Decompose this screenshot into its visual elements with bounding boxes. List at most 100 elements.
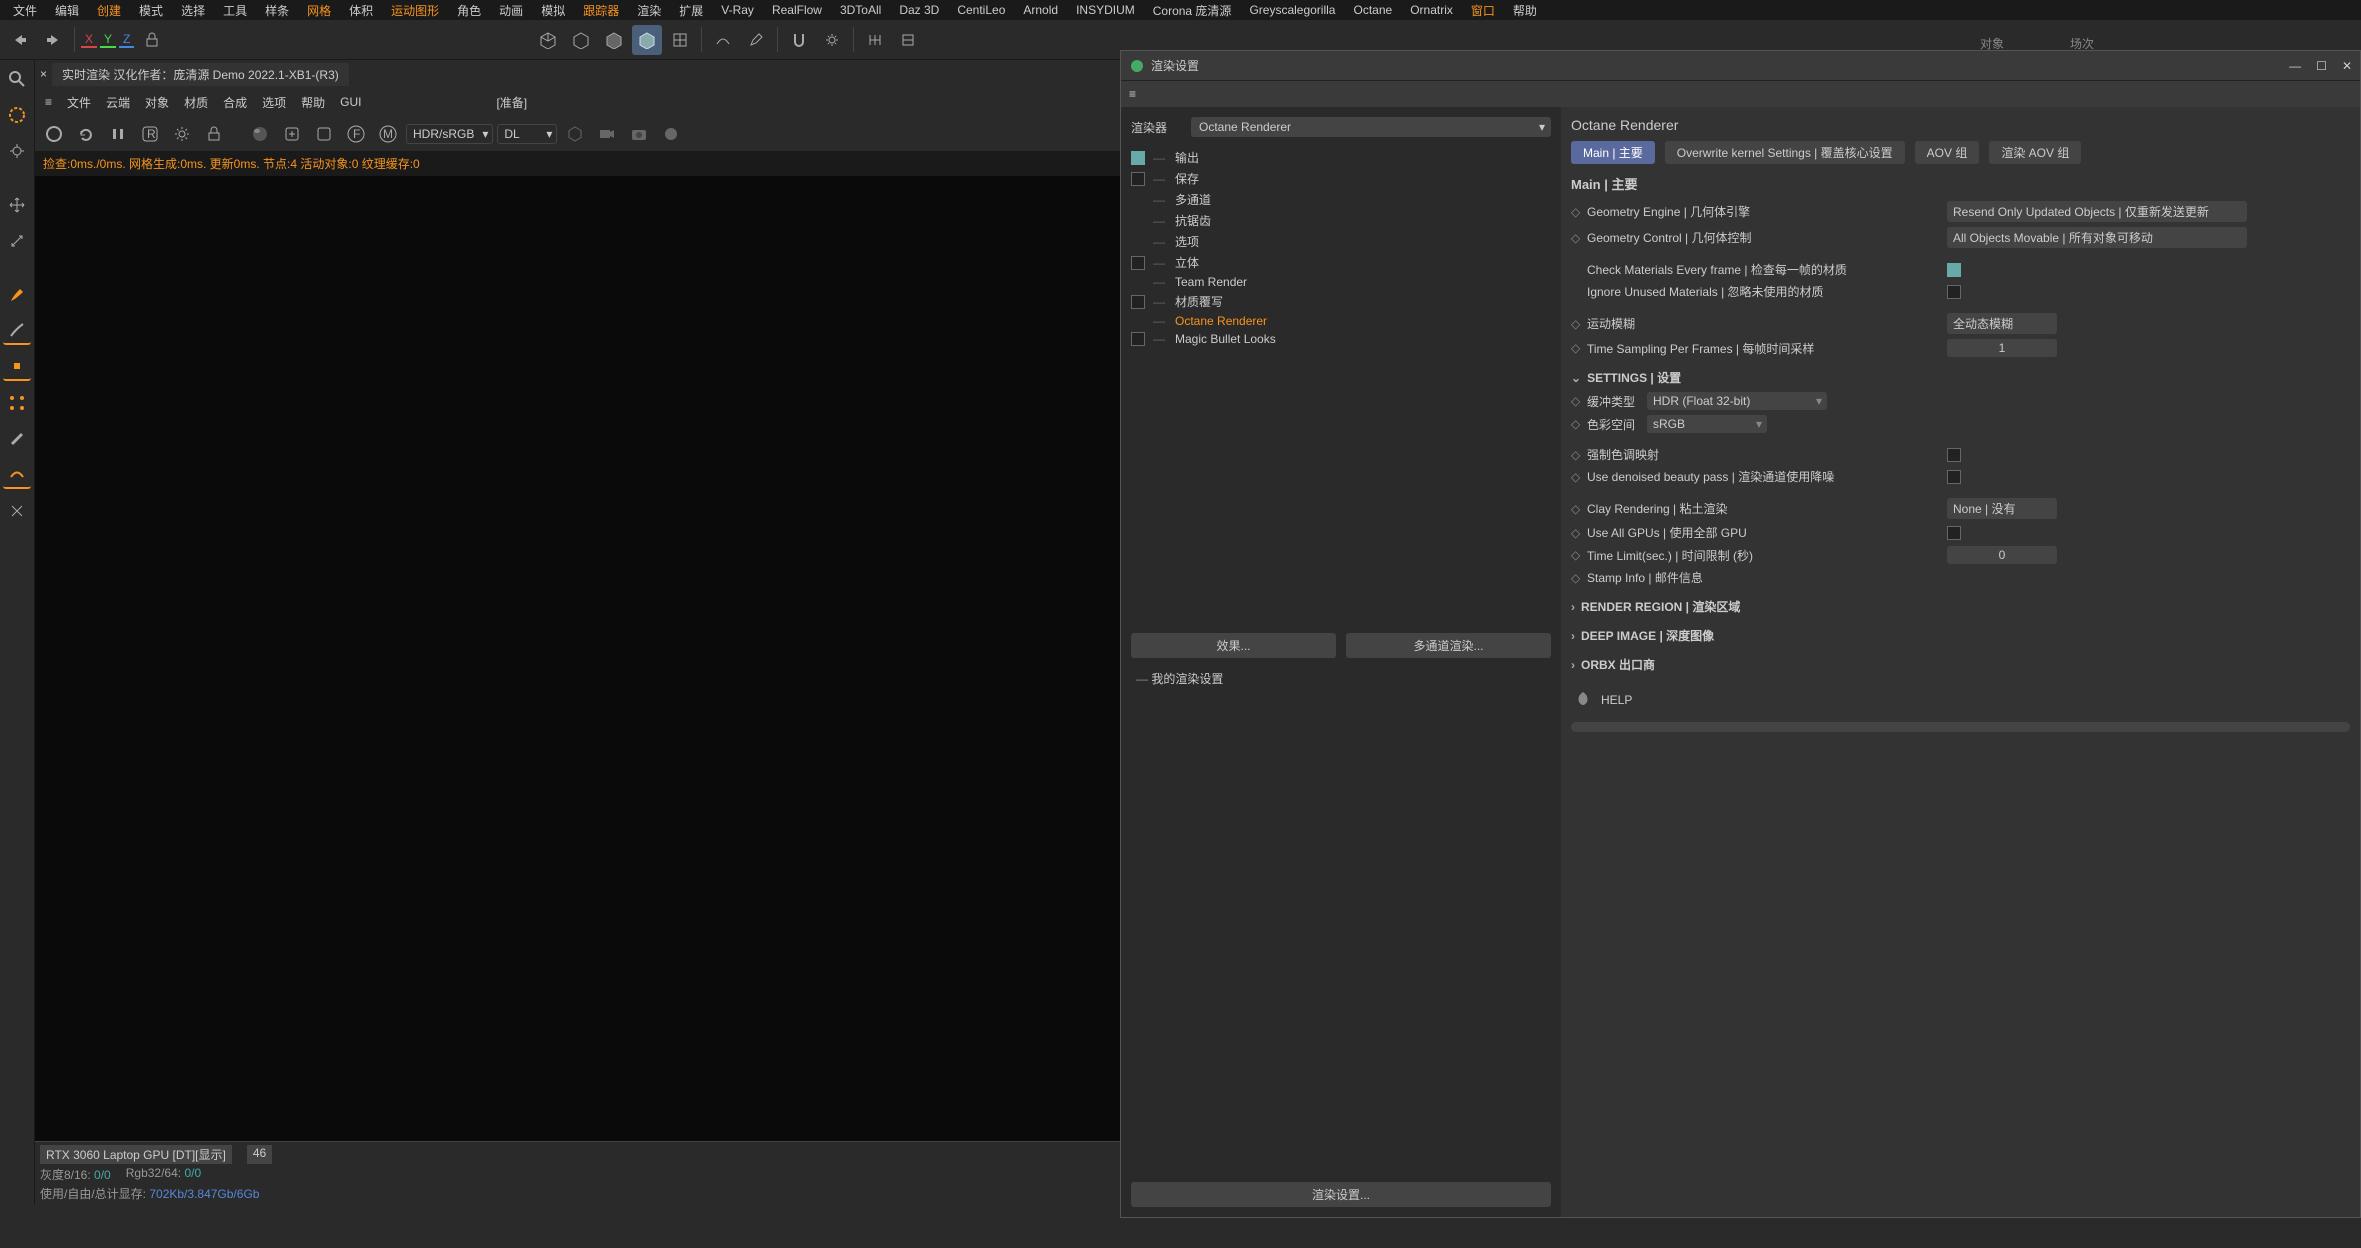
cube-icon[interactable] [533, 25, 563, 55]
point-tool[interactable] [3, 317, 31, 345]
menu-Arnold[interactable]: Arnold [1015, 1, 1066, 19]
region-section[interactable]: ›RENDER REGION | 渲染区域 [1571, 598, 2350, 615]
dl-select[interactable]: DL [497, 124, 557, 144]
buffer-type-select[interactable]: HDR (Float 32-bit) [1647, 392, 1827, 410]
menu-RealFlow[interactable]: RealFlow [764, 1, 830, 19]
orbx-section[interactable]: ›ORBX 出口商 [1571, 656, 2350, 673]
menu-文件[interactable]: 文件 [5, 0, 45, 21]
minimize-icon[interactable]: — [2289, 59, 2301, 73]
move-tool[interactable] [3, 101, 31, 129]
sphere-icon[interactable] [246, 120, 274, 148]
menu-模拟[interactable]: 模拟 [533, 0, 573, 21]
magnet-icon[interactable] [784, 25, 814, 55]
vp-menu-GUI[interactable]: GUI [340, 95, 361, 109]
play-icon[interactable] [40, 120, 68, 148]
tab-3[interactable]: 渲染 AOV 组 [1989, 141, 2081, 164]
add-icon[interactable] [278, 120, 306, 148]
axis-y[interactable]: Y [100, 32, 116, 48]
allgpu-checkbox[interactable] [1947, 526, 1961, 540]
close-icon[interactable]: ✕ [2342, 59, 2352, 73]
refresh-icon[interactable] [72, 120, 100, 148]
tree-checkbox[interactable] [1131, 256, 1145, 270]
f-icon[interactable]: F [342, 120, 370, 148]
clay-value[interactable]: None | 没有 [1947, 498, 2057, 519]
viewport-tab[interactable]: 实时渲染 汉化作者：庞清源 Demo 2022.1-XB1-(R3) [52, 63, 349, 86]
menu-选择[interactable]: 选择 [173, 0, 213, 21]
menu-Greyscalegorilla[interactable]: Greyscalegorilla [1241, 1, 1343, 19]
cam-icon[interactable] [593, 120, 621, 148]
lock2-icon[interactable] [200, 120, 228, 148]
menu-运动图形[interactable]: 运动图形 [383, 0, 447, 21]
dialog-title-bar[interactable]: 渲染设置 — ☐ ✕ [1121, 51, 2360, 81]
vp-menu-选项[interactable]: 选项 [262, 94, 286, 111]
snap-icon[interactable] [860, 25, 890, 55]
menu-样条[interactable]: 样条 [257, 0, 297, 21]
timelimit-value[interactable]: 0 [1947, 546, 2057, 564]
vertex-tool[interactable] [3, 389, 31, 417]
undo-button[interactable] [5, 25, 35, 55]
cube-icon-3[interactable] [599, 25, 629, 55]
vp-menu-帮助[interactable]: 帮助 [301, 94, 325, 111]
vp-menu-合成[interactable]: 合成 [223, 94, 247, 111]
ignore-materials-checkbox[interactable] [1947, 285, 1961, 299]
pause-icon[interactable] [104, 120, 132, 148]
close-tab-icon[interactable]: × [40, 67, 47, 81]
misc-tool[interactable] [3, 497, 31, 525]
tree-item[interactable]: —立体 [1121, 252, 1561, 273]
shader-icon[interactable] [632, 25, 662, 55]
snap2-icon[interactable] [893, 25, 923, 55]
axis-z[interactable]: Z [119, 32, 134, 48]
tree-item[interactable]: —多通道 [1121, 189, 1561, 210]
geo-ctrl-value[interactable]: All Objects Movable | 所有对象可移动 [1947, 227, 2247, 248]
hamburger-icon[interactable]: ≡ [1121, 81, 2360, 107]
tree-checkbox[interactable] [1131, 151, 1145, 165]
tree-item[interactable]: —Octane Renderer [1121, 312, 1561, 330]
menu-创建[interactable]: 创建 [89, 0, 129, 21]
preset-item[interactable]: — 我的渲染设置 [1121, 664, 1561, 693]
hex-icon[interactable] [561, 120, 589, 148]
denoise-checkbox[interactable] [1947, 470, 1961, 484]
menu-V-Ray[interactable]: V-Ray [713, 1, 762, 19]
menu-扩展[interactable]: 扩展 [671, 0, 711, 21]
tree-checkbox[interactable] [1131, 332, 1145, 346]
tree-checkbox[interactable] [1131, 295, 1145, 309]
menu-体积[interactable]: 体积 [341, 0, 381, 21]
circle-icon[interactable] [657, 120, 685, 148]
menu-模式[interactable]: 模式 [131, 0, 171, 21]
redo-button[interactable] [38, 25, 68, 55]
tonemap-checkbox[interactable] [1947, 448, 1961, 462]
multipass-button[interactable]: 多通道渲染... [1346, 633, 1551, 658]
menu-工具[interactable]: 工具 [215, 0, 255, 21]
deep-section[interactable]: ›DEEP IMAGE | 深度图像 [1571, 627, 2350, 644]
maximize-icon[interactable]: ☐ [2316, 59, 2327, 73]
brush-tool[interactable] [3, 281, 31, 309]
menu-帮助[interactable]: 帮助 [1505, 0, 1545, 21]
tree-item[interactable]: —Magic Bullet Looks [1121, 330, 1561, 348]
photo-icon[interactable] [625, 120, 653, 148]
vp-menu-文件[interactable]: 文件 [67, 94, 91, 111]
r-icon[interactable]: R [136, 120, 164, 148]
translate-tool[interactable] [3, 191, 31, 219]
tab-1[interactable]: Overwrite kernel Settings | 覆盖核心设置 [1665, 141, 1905, 164]
menu-角色[interactable]: 角色 [449, 0, 489, 21]
axis-x[interactable]: X [81, 32, 97, 48]
time-sampling-value[interactable]: 1 [1947, 339, 2057, 357]
menu-Daz 3D[interactable]: Daz 3D [891, 1, 947, 19]
search-icon[interactable] [3, 65, 31, 93]
rect-icon[interactable] [310, 120, 338, 148]
cube-icon-2[interactable] [566, 25, 596, 55]
menu-渲染[interactable]: 渲染 [629, 0, 669, 21]
menu-CentiLeo[interactable]: CentiLeo [949, 1, 1013, 19]
menu-3DToAll[interactable]: 3DToAll [832, 1, 889, 19]
colorspace-select[interactable]: sRGB [1647, 415, 1767, 433]
render-settings-button[interactable]: 渲染设置... [1131, 1182, 1551, 1207]
paint-tool[interactable] [3, 425, 31, 453]
tab-0[interactable]: Main | 主要 [1571, 141, 1655, 164]
menu-编辑[interactable]: 编辑 [47, 0, 87, 21]
tree-item[interactable]: —材质覆写 [1121, 291, 1561, 312]
m-icon[interactable]: M [374, 120, 402, 148]
menu-Ornatrix[interactable]: Ornatrix [1402, 1, 1461, 19]
menu-窗口[interactable]: 窗口 [1463, 0, 1503, 21]
scale-tool[interactable] [3, 227, 31, 255]
tree-item[interactable]: —输出 [1121, 147, 1561, 168]
